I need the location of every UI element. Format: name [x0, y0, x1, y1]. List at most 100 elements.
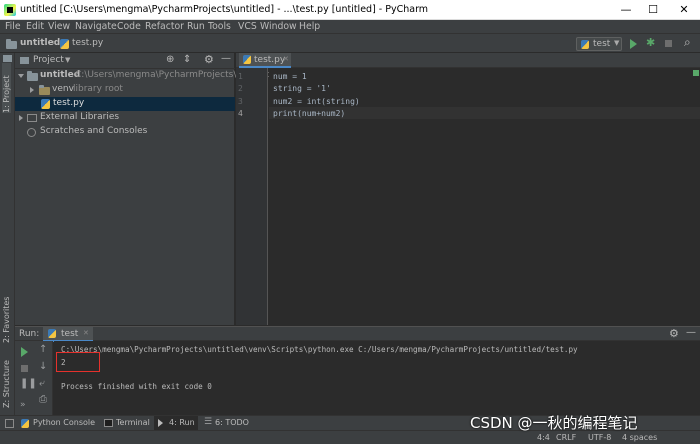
tree-item-untitled[interactable]: untitled C:\Users\mengma\PycharmProjects… — [15, 69, 271, 83]
tab-run-label: 4: Run — [169, 418, 195, 427]
tree-label: test.py — [53, 98, 85, 108]
gear-icon[interactable]: ⚙ — [204, 53, 214, 66]
console-line: C:\Users\mengma\PycharmProjects\untitled… — [61, 345, 578, 354]
close-button[interactable]: ✕ — [672, 2, 696, 18]
tree-label: venv — [52, 84, 74, 94]
chevron-down-icon[interactable]: ▼ — [65, 56, 70, 64]
caret-position[interactable]: 4:4 — [537, 433, 550, 442]
python-file-icon — [581, 40, 589, 49]
python-file-icon — [60, 39, 69, 49]
editor-tab-label: test.py — [254, 55, 286, 65]
code-line: string = '1' — [273, 84, 331, 93]
rerun-icon[interactable] — [21, 347, 28, 357]
window-title: untitled [C:\Users\mengma\PycharmProject… — [20, 4, 429, 15]
run-config-select[interactable]: test ▼ — [576, 37, 622, 51]
run-icon — [158, 419, 163, 427]
minimize-button[interactable]: — — [614, 2, 638, 18]
indent-setting[interactable]: 4 spaces — [622, 433, 657, 442]
menu-tools[interactable]: Tools — [208, 21, 231, 32]
run-panel-label: Run: — [19, 329, 40, 339]
run-tab-label: test — [61, 329, 79, 339]
project-panel-header: Project ▼ ⊕ ⇕ ⚙ — — [15, 53, 235, 69]
folder-icon — [27, 71, 38, 81]
python-file-icon — [48, 329, 56, 338]
run-tab-test[interactable]: test ✕ — [43, 327, 93, 342]
python-file-icon — [41, 99, 50, 109]
maximize-button[interactable]: ☐ — [641, 2, 665, 18]
editor-tab-test-py[interactable]: test.py ✕ — [239, 53, 291, 68]
run-panel-header: Run: test ✕ ⚙ — — [15, 326, 700, 342]
project-panel-title[interactable]: Project — [33, 55, 64, 65]
menu-bar: File Edit View Navigate Code Refactor Ru… — [0, 20, 700, 34]
highlight-box — [56, 352, 100, 372]
menu-run[interactable]: Run — [187, 21, 205, 32]
menu-view[interactable]: View — [48, 21, 70, 32]
file-encoding[interactable]: UTF-8 — [588, 433, 611, 442]
code-line: num2 = int(string) — [273, 97, 360, 106]
menu-vcs[interactable]: VCS — [238, 21, 257, 32]
layout-icon[interactable] — [5, 419, 14, 428]
menu-navigate[interactable]: Navigate — [75, 21, 117, 32]
menu-help[interactable]: Help — [299, 21, 320, 32]
soft-wrap-icon[interactable]: ⤶ — [39, 378, 45, 389]
arrow-up-icon[interactable]: ↑ — [39, 344, 47, 355]
code-line: print(num+num2) — [273, 109, 346, 118]
pycharm-app-icon — [4, 4, 16, 16]
debug-icon[interactable]: ✱ — [646, 36, 655, 49]
line-number: 4 — [238, 109, 243, 118]
hide-icon[interactable]: — — [686, 327, 696, 338]
close-tab-icon[interactable]: ✕ — [83, 329, 89, 337]
tree-item-external-libraries[interactable]: External Libraries — [15, 111, 235, 125]
tab-project[interactable]: 1: Project — [2, 63, 11, 113]
locate-icon[interactable]: ⊕ — [166, 54, 174, 65]
run-toolbar: ↑ ↓ ❚❚ ⤶ ⎙ » — [15, 341, 53, 415]
menu-edit[interactable]: Edit — [26, 21, 44, 32]
code-editor[interactable]: num = 1 string = '1' num2 = int(string) … — [269, 68, 700, 325]
collapse-arrow-icon[interactable] — [19, 115, 23, 121]
line-number-gutter: 1 2 3 4 — [236, 68, 268, 325]
expand-arrow-icon[interactable] — [18, 74, 24, 78]
collapse-icon[interactable]: ⇕ — [183, 54, 191, 65]
folder-icon — [39, 85, 50, 95]
python-console-icon — [21, 419, 29, 428]
search-icon[interactable]: ⌕ — [684, 35, 691, 50]
menu-file[interactable]: File — [5, 21, 21, 32]
pause-icon[interactable]: ❚❚ — [20, 378, 37, 389]
more-icon[interactable]: » — [20, 400, 26, 410]
stop-icon[interactable] — [665, 40, 672, 47]
print-icon[interactable]: ⎙ — [39, 394, 47, 405]
menu-code[interactable]: Code — [117, 21, 141, 32]
run-icon[interactable] — [630, 39, 637, 49]
hide-icon[interactable]: — — [221, 53, 231, 64]
close-tab-icon[interactable]: ✕ — [283, 55, 289, 63]
menu-window[interactable]: Window — [260, 21, 297, 32]
line-separator[interactable]: CRLF — [556, 433, 576, 442]
tree-label: External Libraries — [40, 112, 120, 122]
collapse-arrow-icon[interactable] — [30, 87, 34, 93]
tab-terminal[interactable]: Terminal — [116, 418, 150, 427]
folder-icon — [6, 39, 17, 49]
tree-item-test-py[interactable]: test.py — [15, 97, 235, 111]
project-tool-icon — [3, 55, 12, 62]
run-console[interactable]: C:\Users\mengma\PycharmProjects\untitled… — [54, 341, 700, 415]
tree-hint: library root — [73, 84, 123, 94]
menu-refactor[interactable]: Refactor — [145, 21, 184, 32]
scratches-icon — [27, 128, 36, 137]
python-file-icon — [243, 55, 251, 64]
tab-todo[interactable]: 6: TODO — [215, 418, 249, 427]
title-bar: untitled [C:\Users\mengma\PycharmProject… — [0, 0, 700, 20]
breadcrumb-file[interactable]: test.py — [72, 38, 103, 48]
editor-tab-bar: test.py ✕ — [236, 53, 700, 68]
gear-icon[interactable]: ⚙ — [669, 327, 679, 340]
tree-item-venv[interactable]: venv library root — [15, 83, 235, 97]
line-number: 2 — [238, 84, 243, 93]
tab-python-console[interactable]: Python Console — [33, 418, 95, 427]
tab-structure[interactable]: Z: Structure — [2, 358, 11, 408]
library-icon — [27, 114, 37, 122]
tab-favorites[interactable]: 2: Favorites — [2, 293, 11, 343]
chevron-down-icon: ▼ — [614, 39, 620, 47]
stop-icon[interactable] — [21, 365, 28, 372]
tab-run-active[interactable]: 4: Run — [154, 416, 198, 430]
arrow-down-icon[interactable]: ↓ — [39, 361, 47, 372]
tree-item-scratches[interactable]: Scratches and Consoles — [15, 125, 235, 139]
